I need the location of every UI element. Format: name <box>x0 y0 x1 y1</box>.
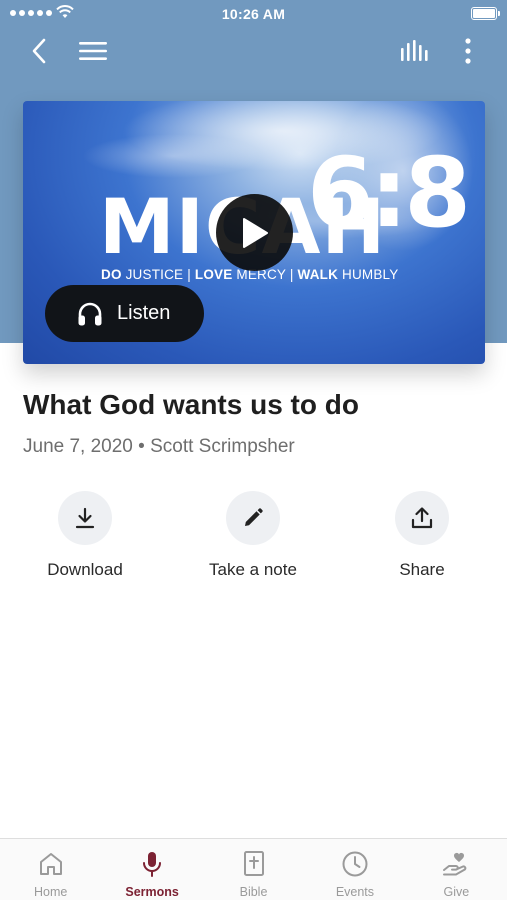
headphones-icon <box>75 299 105 329</box>
tab-bar: Home Sermons Bible Events Give <box>0 838 507 900</box>
download-button[interactable]: Download <box>10 491 160 580</box>
download-icon <box>58 491 112 545</box>
tab-give[interactable]: Give <box>406 839 507 900</box>
sermon-meta: June 7, 2020 • Scott Scrimpsher <box>23 436 295 458</box>
tab-events[interactable]: Events <box>304 839 405 900</box>
sermon-date: June 7, 2020 <box>23 436 133 457</box>
bible-icon <box>239 849 269 879</box>
share-label: Share <box>399 560 445 579</box>
tab-bible-label: Bible <box>239 885 268 899</box>
status-time: 10:26 AM <box>221 6 286 22</box>
status-bar: 10:26 AM <box>0 0 507 28</box>
tab-events-label: Events <box>335 885 375 899</box>
share-icon <box>395 491 449 545</box>
battery-icon <box>471 7 500 20</box>
more-options-button[interactable] <box>454 34 482 68</box>
tab-home-label: Home <box>34 885 68 899</box>
download-label: Download <box>47 560 123 579</box>
back-button[interactable] <box>22 34 56 68</box>
listen-button[interactable]: Listen <box>45 285 204 342</box>
tab-home[interactable]: Home <box>0 839 101 900</box>
take-note-label: Take a note <box>209 560 297 579</box>
more-vertical-icon <box>465 38 471 64</box>
home-icon <box>36 849 66 879</box>
microphone-icon <box>137 849 167 879</box>
sermon-title: What God wants us to do <box>23 389 359 420</box>
audio-player-button[interactable] <box>396 34 434 68</box>
tab-give-label: Give <box>443 885 470 899</box>
play-icon <box>242 217 268 248</box>
hamburger-menu-icon <box>79 42 107 60</box>
clock-icon <box>340 849 370 879</box>
listen-label: Listen <box>117 302 171 324</box>
sermon-speaker[interactable]: Scott Scrimpsher <box>150 436 295 457</box>
take-note-button[interactable]: Take a note <box>178 491 328 580</box>
tab-sermons-label: Sermons <box>125 885 179 899</box>
chevron-left-icon <box>32 38 46 64</box>
tab-bible[interactable]: Bible <box>203 839 304 900</box>
pencil-icon <box>226 491 280 545</box>
meta-separator: • <box>132 436 151 457</box>
menu-button[interactable] <box>74 34 112 68</box>
audio-bars-icon <box>401 40 428 61</box>
tab-sermons[interactable]: Sermons <box>101 839 202 900</box>
give-hand-heart-icon <box>441 849 471 879</box>
play-button[interactable] <box>216 194 293 271</box>
share-button[interactable]: Share <box>347 491 497 580</box>
